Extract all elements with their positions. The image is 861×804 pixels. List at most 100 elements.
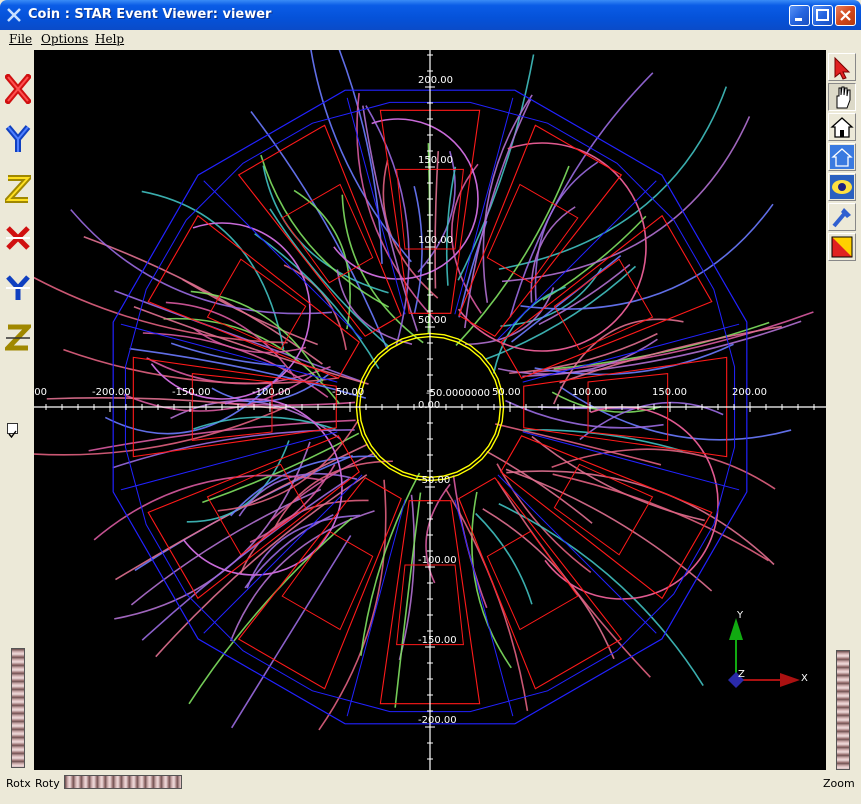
close-button[interactable] bbox=[835, 5, 856, 26]
menu-help[interactable]: Help bbox=[95, 32, 124, 46]
particle-track bbox=[553, 321, 770, 370]
y-arrow-icon bbox=[729, 618, 743, 640]
left-toolbar bbox=[0, 50, 34, 770]
triad-z-label: Z bbox=[738, 669, 745, 680]
particle-track bbox=[114, 441, 311, 620]
zoom-label: Zoom bbox=[823, 777, 855, 790]
sector-boundary bbox=[454, 499, 514, 717]
y-tick-label: 150.00 bbox=[418, 155, 453, 166]
minimize-icon bbox=[795, 18, 802, 21]
x-axis-tick-labels: 250.00 -200.00 -150.00 -100.00 -50.00 50.00 10… bbox=[34, 387, 767, 398]
x-tick-label: 250.00 bbox=[34, 387, 47, 398]
particle-track bbox=[505, 399, 664, 429]
particle-track bbox=[444, 488, 529, 712]
3d-viewport[interactable]: 250.00 -200.00 -150.00 -100.00 -50.00 50.00 10… bbox=[34, 50, 826, 770]
y-tick-label: 200.00 bbox=[418, 75, 453, 86]
rotate-z-icon[interactable] bbox=[5, 174, 31, 204]
particle-tracks bbox=[34, 50, 814, 731]
particle-track bbox=[475, 512, 533, 605]
zoom-thumbwheel[interactable] bbox=[836, 650, 850, 770]
select-mode-button[interactable] bbox=[828, 53, 856, 81]
particle-track bbox=[394, 492, 422, 708]
menu-options[interactable]: Options bbox=[41, 32, 88, 46]
particle-track bbox=[130, 488, 322, 606]
tpc-sector-pad bbox=[281, 530, 374, 631]
home-button[interactable] bbox=[828, 113, 856, 141]
sector-boundary bbox=[203, 180, 363, 340]
tpc-sector-pad bbox=[486, 183, 579, 284]
rotate-x-icon[interactable] bbox=[5, 74, 31, 104]
view-all-icon bbox=[830, 175, 854, 199]
origin-label: -50.0000000 bbox=[426, 388, 490, 399]
particle-track bbox=[505, 468, 713, 592]
projection-icon bbox=[831, 236, 853, 258]
particle-track bbox=[445, 166, 457, 286]
view-all-button[interactable] bbox=[828, 173, 856, 201]
event-display: 250.00 -200.00 -150.00 -100.00 -50.00 50.00 10… bbox=[34, 50, 826, 770]
y-tick-label: 100.00 bbox=[418, 235, 453, 246]
particle-track bbox=[34, 404, 291, 456]
x-tick-label: 150.00 bbox=[652, 387, 687, 398]
x-arrow-icon bbox=[780, 673, 800, 687]
triad-x-label: X bbox=[801, 673, 808, 684]
seek-button[interactable] bbox=[828, 203, 856, 231]
y-tick-label: -200.00 bbox=[418, 715, 457, 726]
x-tick-label: 100.00 bbox=[572, 387, 607, 398]
coin-app-icon bbox=[7, 8, 21, 22]
menu-file[interactable]: File bbox=[9, 32, 32, 46]
axis-triad: Y X Z bbox=[728, 610, 808, 688]
close-icon bbox=[840, 10, 851, 21]
x-tick-label: -50.00 bbox=[332, 387, 364, 398]
triad-y-label: Y bbox=[736, 610, 744, 621]
roty-thumbwheel[interactable] bbox=[64, 775, 182, 789]
sector-boundary bbox=[346, 499, 406, 717]
particle-track bbox=[413, 185, 423, 314]
origin-zero-label: 0.00 bbox=[418, 400, 440, 411]
checkmark-icon bbox=[8, 430, 17, 439]
particle-track bbox=[534, 161, 599, 301]
y-tick-label: -100.00 bbox=[418, 555, 457, 566]
right-toolbar bbox=[826, 50, 861, 770]
menubar: File Options Help bbox=[0, 30, 861, 50]
particle-track bbox=[511, 255, 622, 343]
rotate-x-neg-icon[interactable] bbox=[5, 222, 31, 252]
rotate-y-neg-icon[interactable] bbox=[5, 272, 31, 302]
x-tick-label: 200.00 bbox=[732, 387, 767, 398]
minimize-button[interactable] bbox=[789, 5, 810, 26]
tpc-sector bbox=[147, 214, 360, 379]
maximize-icon bbox=[816, 9, 829, 21]
rotate-z-neg-icon[interactable] bbox=[5, 322, 31, 352]
bottom-bar: Rotx Roty Zoom bbox=[0, 770, 861, 804]
sector-boundary bbox=[497, 474, 657, 634]
looping-track bbox=[133, 222, 311, 400]
rotx-label: Rotx bbox=[6, 777, 31, 790]
y-tick-label: 50.00 bbox=[418, 315, 447, 326]
rotx-thumbwheel[interactable] bbox=[11, 648, 25, 768]
set-home-icon bbox=[830, 145, 854, 169]
y-tick-label: -150.00 bbox=[418, 635, 457, 646]
seek-icon bbox=[832, 208, 851, 228]
hand-view-icon bbox=[836, 86, 851, 109]
rotate-y-icon[interactable] bbox=[5, 124, 31, 154]
particle-track bbox=[217, 419, 360, 512]
particle-track bbox=[293, 189, 351, 330]
particle-track bbox=[452, 475, 488, 609]
roty-label: Roty bbox=[35, 777, 60, 790]
x-tick-label: -200.00 bbox=[92, 387, 131, 398]
home-icon bbox=[830, 117, 854, 138]
maximize-button[interactable] bbox=[812, 5, 833, 26]
particle-track bbox=[501, 116, 751, 283]
select-arrow-icon bbox=[834, 56, 851, 80]
decoration-checkbox[interactable] bbox=[7, 423, 18, 439]
x-tick-label: -100.00 bbox=[252, 387, 291, 398]
particle-track bbox=[542, 215, 647, 301]
set-home-button[interactable] bbox=[828, 143, 856, 171]
sector-boundary bbox=[522, 431, 740, 491]
projection-button[interactable] bbox=[828, 233, 856, 261]
window-titlebar[interactable]: Coin : STAR Event Viewer: viewer bbox=[0, 0, 861, 30]
window-title: Coin : STAR Event Viewer: viewer bbox=[28, 7, 272, 22]
x-tick-label: -150.00 bbox=[172, 387, 211, 398]
y-tick-label: -50.00 bbox=[418, 475, 450, 486]
view-mode-button[interactable] bbox=[828, 83, 856, 111]
x-tick-label: 50.00 bbox=[492, 387, 521, 398]
